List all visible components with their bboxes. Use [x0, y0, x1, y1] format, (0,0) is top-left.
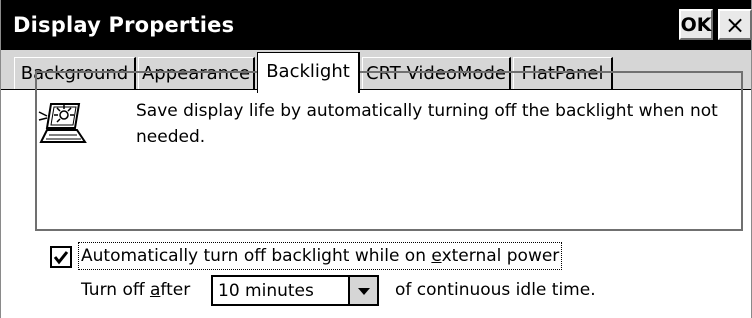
window-title: Display Properties: [13, 13, 235, 37]
tab-label: Backlight: [266, 60, 350, 82]
ok-button[interactable]: OK: [679, 9, 713, 40]
close-button[interactable]: ×: [718, 9, 752, 40]
title-bar: Display Properties OK ×: [1, 0, 752, 50]
dropdown-arrow-button[interactable]: [348, 277, 377, 304]
display-properties-window: Display Properties OK × Background Appea…: [0, 0, 752, 318]
auto-off-external-power-label[interactable]: Automatically turn off backlight while o…: [78, 242, 563, 270]
turn-off-after-label: Turn off after: [81, 280, 191, 300]
dropdown-arrow-icon: [357, 287, 370, 295]
idle-time-suffix-label: of continuous idle time.: [395, 280, 596, 300]
timeout-value: 10 minutes: [218, 281, 314, 301]
backlight-options-group: [35, 71, 743, 231]
checkmark-icon: [53, 251, 69, 265]
tab-backlight[interactable]: Backlight: [257, 52, 360, 93]
auto-off-external-power-checkbox[interactable]: [50, 246, 72, 268]
close-icon: ×: [724, 10, 746, 39]
timeout-dropdown[interactable]: 10 minutes: [211, 275, 379, 306]
